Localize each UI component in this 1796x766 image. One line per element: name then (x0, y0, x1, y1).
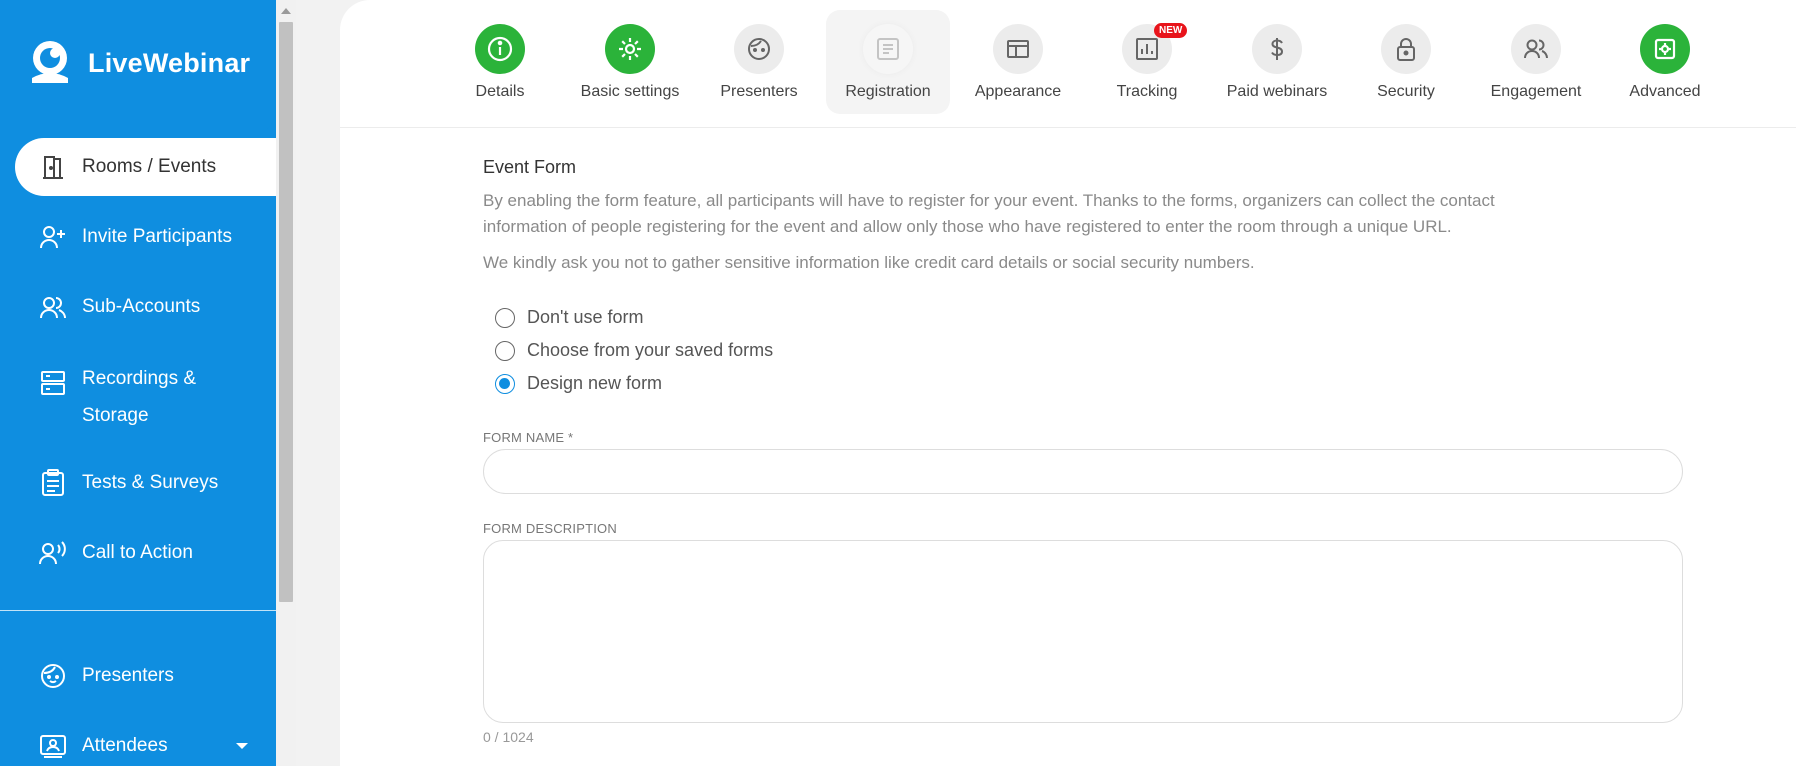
character-counter: 0 / 1024 (483, 729, 534, 745)
tab-label: Advanced (1629, 83, 1701, 100)
tab-details[interactable]: Details (438, 10, 562, 114)
sidebar-item-call-to-action[interactable]: Call to Action (0, 518, 276, 588)
sidebar-item-label: Attendees (82, 735, 168, 756)
form-description-label: FORM DESCRIPTION (483, 521, 617, 536)
storage-icon (38, 368, 68, 398)
user-voice-icon (38, 538, 68, 568)
new-badge: NEW (1154, 23, 1188, 38)
sidebar-item-recordings-storage[interactable]: Recordings & Storage (0, 342, 276, 448)
form-option-group: Don't use form Choose from your saved fo… (495, 301, 1683, 400)
info-icon (475, 24, 525, 74)
option-choose-saved-forms[interactable]: Choose from your saved forms (495, 334, 1683, 367)
tab-advanced[interactable]: Advanced (1603, 10, 1727, 114)
section-title: Event Form (483, 157, 577, 177)
logo-area: LiveWebinar (0, 0, 276, 138)
radio-button-selected[interactable] (495, 373, 515, 394)
dollar-icon (1252, 24, 1302, 74)
tab-presenters[interactable]: Presenters (697, 10, 821, 114)
tab-label: Tracking (1116, 83, 1178, 100)
radio-button[interactable] (495, 340, 515, 361)
tab-label: Paid webinars (1226, 83, 1328, 100)
option-label: Design new form (527, 373, 663, 393)
settings-tabs: Details Basic settings Presenters Regist… (340, 0, 1796, 128)
chart-icon: NEW (1122, 23, 1188, 74)
form-name-input[interactable] (483, 449, 1683, 494)
tab-label: Basic settings (580, 83, 680, 100)
sidebar-item-rooms-events[interactable]: Rooms / Events (15, 138, 276, 196)
brand-name: LiveWebinar (88, 48, 251, 78)
sidebar-item-label: Rooms / Events (82, 156, 217, 177)
scroll-thumb[interactable] (279, 22, 293, 602)
livewebinar-logo-icon (26, 38, 78, 89)
sidebar-item-label: Presenters (82, 665, 174, 686)
sidebar-item-presenters[interactable]: Presenters (0, 641, 276, 711)
tab-engagement[interactable]: Engagement (1474, 10, 1598, 114)
form-description-text: By enabling the form feature, all partic… (483, 191, 1495, 236)
clipboard-icon (38, 468, 68, 498)
registration-content: Event Form By enabling the form feature,… (483, 140, 1683, 745)
tab-label: Engagement (1490, 83, 1582, 100)
sidebar-item-tests-surveys[interactable]: Tests & Surveys (0, 448, 276, 518)
sidebar-scrollbar[interactable] (276, 0, 296, 766)
main-panel: Details Basic settings Presenters Regist… (340, 0, 1796, 766)
sidebar: LiveWebinar Rooms / Events Invite Partic… (0, 0, 276, 766)
sensitive-info-notice: We kindly ask you not to gather sensitiv… (483, 253, 1255, 272)
sidebar-item-label: Sub-Accounts (82, 296, 201, 317)
tab-appearance[interactable]: Appearance (956, 10, 1080, 114)
tab-label: Appearance (974, 83, 1062, 100)
scroll-up-arrow[interactable] (281, 8, 291, 14)
tab-label: Details (475, 83, 525, 100)
layout-icon (993, 24, 1043, 74)
form-description-textarea[interactable] (483, 540, 1683, 723)
tab-registration[interactable]: Registration (826, 10, 950, 114)
option-dont-use-form[interactable]: Don't use form (495, 301, 1683, 334)
user-plus-icon (38, 222, 68, 252)
tab-paid-webinars[interactable]: Paid webinars (1215, 10, 1339, 114)
door-icon (38, 152, 68, 182)
gear-icon (605, 24, 655, 74)
brand-logo[interactable]: LiveWebinar (26, 38, 250, 89)
sidebar-item-sub-accounts[interactable]: Sub-Accounts (0, 272, 276, 342)
id-card-icon (38, 731, 68, 761)
sidebar-item-label: Tests & Surveys (82, 472, 219, 493)
users-icon (1511, 24, 1561, 74)
sidebar-nav: Rooms / Events Invite Participants Sub-A… (0, 138, 276, 766)
users-icon (38, 292, 68, 322)
option-label: Don't use form (527, 307, 644, 327)
sidebar-item-label: Recordings & Storage (82, 368, 197, 426)
option-label: Choose from your saved forms (527, 340, 774, 360)
sidebar-item-attendees[interactable]: Attendees (0, 711, 276, 766)
lock-icon (1381, 24, 1431, 74)
sidebar-divider (0, 610, 276, 611)
sidebar-item-label: Invite Participants (82, 226, 232, 247)
tab-label: Presenters (720, 83, 798, 100)
chevron-down-icon[interactable] (236, 743, 248, 749)
tab-label: Security (1377, 83, 1435, 100)
face-icon (734, 24, 784, 74)
tab-tracking[interactable]: NEW Tracking (1085, 10, 1209, 114)
tab-security[interactable]: Security (1344, 10, 1468, 114)
sidebar-item-invite-participants[interactable]: Invite Participants (0, 202, 276, 272)
form-name-label: FORM NAME * (483, 430, 574, 445)
radio-button[interactable] (495, 307, 515, 328)
option-design-new-form[interactable]: Design new form (495, 367, 1683, 400)
advanced-icon (1640, 24, 1690, 74)
tab-basic-settings[interactable]: Basic settings (568, 10, 692, 114)
form-icon (863, 24, 913, 74)
tab-label: Registration (845, 83, 931, 100)
face-icon (38, 661, 68, 691)
sidebar-item-label: Call to Action (82, 542, 193, 563)
